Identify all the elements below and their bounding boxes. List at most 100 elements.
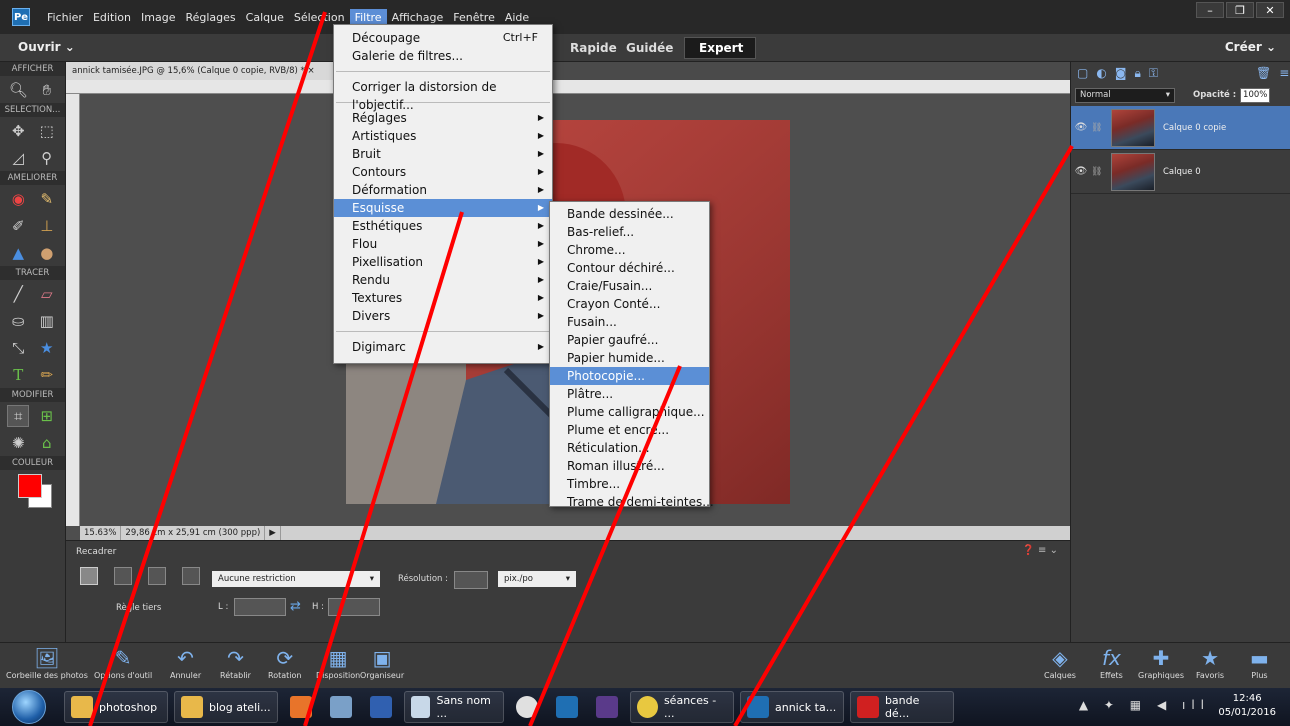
crop-icon[interactable]: ⌗ (7, 404, 30, 427)
zoom-icon[interactable]: 🔍︎ (7, 79, 29, 101)
help-icon[interactable]: ❓ ≡ ⌄ (1022, 545, 1058, 556)
new-layer-icon[interactable]: ▢ (1077, 66, 1088, 80)
lock-icon[interactable]: 🔒︎ (1134, 66, 1140, 81)
menu-item-digimarc[interactable]: Digimarc ▶ (334, 338, 552, 356)
submenu-item[interactable]: Fusain... (550, 313, 709, 331)
clone-stamp-icon[interactable]: ⊥ (36, 215, 58, 237)
spot-healing-icon[interactable]: ✎ (36, 188, 58, 210)
blur-icon[interactable]: ▲ (7, 242, 29, 264)
adjustment-icon[interactable]: ◐ (1096, 66, 1106, 80)
submenu-item[interactable]: Trame de demi-teintes... (550, 493, 714, 511)
magic-wand-icon[interactable]: ⚲ (36, 147, 58, 169)
red-eye-icon[interactable]: ◉ (7, 188, 29, 210)
redo-button[interactable]: ↷ Rétablir (220, 645, 251, 680)
create-button[interactable]: Créer ⌄ (1225, 40, 1276, 54)
task-premiere[interactable] (590, 691, 624, 723)
task-sans-nom[interactable]: Sans nom ... (404, 691, 504, 723)
lasso-icon[interactable]: ◿ (7, 147, 29, 169)
menu-item-divers[interactable]: Divers ▶ (334, 307, 552, 325)
submenu-item[interactable]: Réticulation... (550, 439, 709, 457)
grid-button[interactable] (114, 567, 132, 585)
grid-thirds-button[interactable] (80, 567, 98, 585)
task-book[interactable] (364, 691, 398, 723)
mask-icon[interactable]: ◙ (1115, 66, 1127, 80)
lock-all-icon[interactable]: ⚿ (1149, 66, 1158, 81)
eyedropper-icon[interactable]: ⤡ (7, 337, 29, 359)
submenu-item[interactable]: Plume et encre... (550, 421, 709, 439)
golden-ratio-button[interactable] (148, 567, 166, 585)
menu-selection[interactable]: Sélection (289, 9, 350, 26)
layers-button[interactable]: ◈ Calques (1044, 645, 1076, 680)
submenu-item[interactable]: Bas-relief... (550, 223, 709, 241)
gradient-icon[interactable]: ▥ (36, 310, 58, 332)
menu-fichier[interactable]: Fichier (42, 9, 88, 26)
eye-icon[interactable]: 👁︎ (1071, 166, 1091, 177)
tab-guidee[interactable]: Guidée (612, 37, 687, 59)
shape-icon[interactable]: ★ (36, 337, 58, 359)
blend-mode-select[interactable]: Normal ▾ (1075, 87, 1175, 103)
panel-menu-icon[interactable]: ≡ (1279, 66, 1289, 80)
height-input[interactable] (328, 598, 380, 616)
paint-bucket-icon[interactable]: ⛀ (7, 310, 29, 332)
menu-reglages[interactable]: Réglages (180, 9, 240, 26)
task-calculator[interactable] (324, 691, 358, 723)
menu-item-esthetiques[interactable]: Esthétiques ▶ (334, 217, 552, 235)
submenu-item-photocopie[interactable]: Photocopie... (550, 367, 709, 385)
menu-item-galerie[interactable]: Galerie de filtres... (334, 47, 552, 65)
submenu-item[interactable]: Papier gaufré... (550, 331, 709, 349)
task-picasa[interactable] (510, 691, 544, 723)
task-annick-elements[interactable]: annick ta... (740, 691, 844, 723)
submenu-item[interactable]: Timbre... (550, 475, 709, 493)
eye-icon[interactable]: 👁︎ (1071, 122, 1091, 133)
close-button[interactable]: ✕ (1256, 2, 1284, 18)
menu-item-rendu[interactable]: Rendu ▶ (334, 271, 552, 289)
undo-button[interactable]: ↶ Annuler (170, 645, 201, 680)
menu-fenetre[interactable]: Fenêtre (448, 9, 500, 26)
task-media-player[interactable] (284, 691, 318, 723)
clock[interactable]: 12:46 05/01/2016 (1218, 692, 1276, 720)
brush-icon[interactable]: ╱ (7, 283, 29, 305)
menu-item-textures[interactable]: Textures ▶ (334, 289, 552, 307)
minimize-button[interactable]: – (1196, 2, 1224, 18)
none-grid-button[interactable] (182, 567, 200, 585)
zoom-readout[interactable]: 15.63% (80, 526, 122, 540)
photo-bin-button[interactable]: 🖼︎ Corbeille des photos (6, 645, 88, 680)
menu-aide[interactable]: Aide (500, 9, 534, 26)
menu-item-bruit[interactable]: Bruit ▶ (334, 145, 552, 163)
menu-item-decoupage[interactable]: Découpage Ctrl+F (334, 29, 552, 47)
submenu-item[interactable]: Papier humide... (550, 349, 709, 367)
restriction-select[interactable]: Aucune restriction ▾ (212, 571, 380, 587)
straighten-icon[interactable]: ⌂ (36, 432, 58, 454)
menu-item-flou[interactable]: Flou ▶ (334, 235, 552, 253)
favorites-button[interactable]: ★ Favoris (1196, 645, 1224, 680)
eraser-icon[interactable]: ▱ (36, 283, 58, 305)
more-button[interactable]: ▬ Plus (1250, 645, 1269, 680)
menu-item-reglages[interactable]: Réglages ▶ (334, 109, 552, 127)
menu-item-pixellisation[interactable]: Pixellisation ▶ (334, 253, 552, 271)
foreground-color[interactable] (18, 474, 42, 498)
content-aware-move-icon[interactable]: ✺ (7, 432, 29, 454)
menu-item-corriger[interactable]: Corriger la distorsion de l'objectif... (334, 78, 552, 112)
task-seances-chrome[interactable]: séances - ... (630, 691, 734, 723)
width-input[interactable] (234, 598, 286, 616)
organizer-button[interactable]: ▣ Organiseur (360, 645, 404, 680)
tool-options-button[interactable]: ✎ Options d'outil (94, 645, 152, 680)
task-photoshop-folder[interactable]: photoshop (64, 691, 168, 723)
submenu-item[interactable]: Plume calligraphique... (550, 403, 709, 421)
submenu-item[interactable]: Bande dessinée... (550, 205, 709, 223)
sponge-icon[interactable]: ● (36, 242, 58, 264)
graphics-button[interactable]: ✚ Graphiques (1138, 645, 1184, 680)
trash-icon[interactable]: 🗑︎ (1256, 66, 1271, 80)
recompose-icon[interactable]: ⊞ (36, 405, 58, 427)
tab-expert[interactable]: Expert (684, 37, 756, 59)
move-icon[interactable]: ✥ (7, 120, 29, 142)
marquee-icon[interactable]: ⬚ (36, 120, 58, 142)
hand-icon[interactable]: ✋︎ (36, 79, 58, 101)
link-icon[interactable]: ⛓ (1091, 167, 1103, 177)
menu-filtre[interactable]: Filtre (349, 8, 387, 26)
layout-button[interactable]: ▦ Disposition (316, 645, 360, 680)
unit-select[interactable]: pix./po ▾ (498, 571, 576, 587)
submenu-item[interactable]: Plâtre... (550, 385, 709, 403)
open-button[interactable]: Ouvrir ⌄ (18, 40, 75, 54)
restore-button[interactable]: ❐ (1226, 2, 1254, 18)
